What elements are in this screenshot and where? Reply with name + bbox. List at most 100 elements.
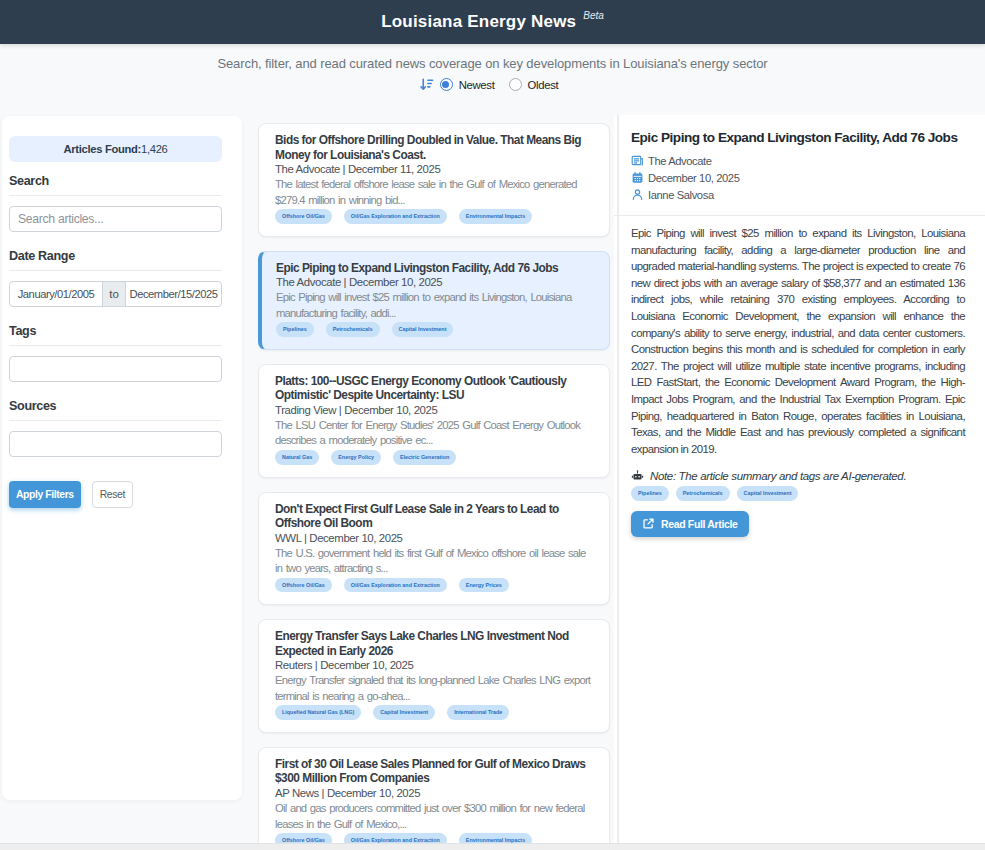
person-icon bbox=[631, 188, 644, 201]
sort-bar: Newest Oldest bbox=[0, 77, 985, 92]
article-card-source-date: Reuters | December 10, 2025 bbox=[275, 658, 593, 673]
date-range-section: Date Range to bbox=[9, 249, 222, 307]
calendar-icon bbox=[631, 171, 644, 184]
tag-pill: Capital Investment bbox=[373, 705, 435, 720]
detail-meta: The Advocate D bbox=[631, 152, 965, 203]
tag-pill: Capital Investment bbox=[737, 486, 799, 501]
detail-note: Note: The article summary and tags are A… bbox=[631, 469, 965, 482]
read-full-article-button[interactable]: Read Full Article bbox=[631, 511, 749, 537]
tag-pill: International Trade bbox=[447, 705, 509, 720]
sort-oldest-label[interactable]: Oldest bbox=[528, 79, 559, 91]
tag-pill: Natural Gas bbox=[275, 450, 319, 465]
sort-newest-label[interactable]: Newest bbox=[459, 79, 495, 91]
articles-found-badge: Articles Found:1,426 bbox=[9, 136, 222, 162]
article-card[interactable]: Bids for Offshore Drilling Doubled in Va… bbox=[258, 123, 610, 237]
page-subtitle: Search, filter, and read curated news co… bbox=[0, 56, 985, 71]
tag-pill: Oil/Gas Exploration and Extraction bbox=[344, 578, 447, 593]
article-card-title: Bids for Offshore Drilling Doubled in Va… bbox=[275, 133, 593, 162]
date-range-group: to bbox=[9, 281, 222, 307]
article-card-summary: Epic Piping will invest $25 million to e… bbox=[276, 290, 593, 321]
list-scrollbar[interactable] bbox=[617, 115, 619, 843]
tags-input[interactable] bbox=[9, 356, 222, 382]
tag-pill: Offshore Oil/Gas bbox=[275, 578, 332, 593]
detail-body: Epic Piping will invest $25 million to e… bbox=[631, 225, 965, 457]
sort-icon bbox=[419, 77, 434, 92]
article-card-summary: The latest federal offshore lease sale i… bbox=[275, 177, 593, 208]
article-card-title: First of 30 Oil Lease Sales Planned for … bbox=[275, 757, 593, 786]
search-section: Search bbox=[9, 174, 222, 232]
article-card-tags: Offshore Oil/GasOil/Gas Exploration and … bbox=[275, 209, 593, 224]
read-full-article-label: Read Full Article bbox=[661, 518, 738, 530]
article-card-source-date: The Advocate | December 10, 2025 bbox=[276, 275, 593, 290]
detail-author: Ianne Salvosa bbox=[648, 189, 714, 201]
date-range-heading: Date Range bbox=[9, 249, 222, 263]
horizontal-scrollbar[interactable] bbox=[0, 843, 985, 850]
article-card-source-date: AP News | December 10, 2025 bbox=[275, 786, 593, 801]
article-card-tags: Pipelines Petrochemicals Capital Investmen… bbox=[276, 322, 593, 337]
reset-button[interactable]: Reset bbox=[92, 481, 133, 508]
date-separator: to bbox=[102, 281, 126, 307]
tag-pill: Petrochemicals bbox=[676, 486, 730, 501]
main-content: Articles Found:1,426 Search Date Range t… bbox=[0, 115, 985, 843]
tag-pill: Petrochemicals bbox=[326, 322, 380, 337]
tag-pill: Pipelines bbox=[276, 322, 314, 337]
tag-pill: Capital Investment bbox=[392, 322, 454, 337]
date-from-input[interactable] bbox=[9, 281, 103, 307]
sources-input[interactable] bbox=[9, 431, 222, 457]
article-card-source-date: WWL | December 10, 2025 bbox=[275, 531, 593, 546]
detail-divider bbox=[614, 215, 985, 216]
sort-oldest-radio[interactable] bbox=[509, 78, 522, 91]
article-card-title: Epic Piping to Expand Livingston Facilit… bbox=[276, 261, 593, 276]
apply-filters-button[interactable]: Apply Filters bbox=[9, 481, 81, 508]
article-card[interactable]: Don't Expect First Gulf Lease Sale in 2 … bbox=[258, 492, 610, 606]
article-detail-panel: Epic Piping to Expand Livingston Facilit… bbox=[614, 115, 985, 843]
sources-divider bbox=[9, 420, 222, 421]
detail-date: December 10, 2025 bbox=[648, 172, 739, 184]
app-header: Louisiana Energy News Beta bbox=[0, 0, 985, 44]
article-card-summary: The LSU Center for Energy Studies' 2025 … bbox=[275, 418, 593, 449]
detail-source: The Advocate bbox=[648, 155, 712, 167]
article-card[interactable]: First of 30 Oil Lease Sales Planned for … bbox=[258, 747, 610, 850]
article-card-title: Platts: 100--USGC Energy Economy Outlook… bbox=[275, 374, 593, 403]
article-card-tags: Offshore Oil/Gas Oil/Gas Exploration and … bbox=[275, 578, 593, 593]
article-card[interactable]: Energy Transfer Says Lake Charles LNG In… bbox=[258, 619, 610, 733]
detail-tags: Pipelines Petrochemicals Capital Investmen… bbox=[631, 486, 965, 501]
detail-source-row: The Advocate bbox=[631, 152, 965, 169]
date-to-input[interactable] bbox=[125, 281, 222, 307]
tags-divider bbox=[9, 345, 222, 346]
beta-badge: Beta bbox=[583, 10, 604, 21]
tag-pill: Energy Policy bbox=[331, 450, 381, 465]
article-card-source-date: Trading View | December 10, 2025 bbox=[275, 403, 593, 418]
article-card-summary: Energy Transfer signaled that its long-p… bbox=[275, 673, 593, 704]
article-card-summary: Oil and gas producers committed just ove… bbox=[275, 801, 593, 832]
detail-date-row: December 10, 2025 bbox=[631, 169, 965, 186]
tag-pill: Liquefied Natural Gas (LNG) bbox=[275, 705, 361, 720]
tag-pill: Energy Prices bbox=[459, 578, 509, 593]
tags-section: Tags bbox=[9, 324, 222, 382]
sort-newest-radio[interactable] bbox=[440, 78, 453, 91]
tag-pill: Pipelines bbox=[631, 486, 669, 501]
search-input[interactable] bbox=[9, 206, 222, 232]
sources-heading: Sources bbox=[9, 399, 222, 413]
filter-sidebar: Articles Found:1,426 Search Date Range t… bbox=[2, 116, 242, 800]
external-link-icon bbox=[642, 517, 655, 530]
tag-pill: Oil/Gas Exploration and Extraction bbox=[344, 209, 447, 224]
newspaper-icon bbox=[631, 154, 644, 167]
date-range-divider bbox=[9, 270, 222, 271]
tag-pill: Environmental Impacts bbox=[459, 209, 532, 224]
tags-heading: Tags bbox=[9, 324, 222, 338]
robot-icon bbox=[631, 469, 644, 482]
article-card-tags: Natural GasEnergy PolicyElectric Generat… bbox=[275, 450, 593, 465]
article-card-selected[interactable]: Epic Piping to Expand Livingston Facilit… bbox=[258, 251, 610, 350]
article-card-tags: Liquefied Natural Gas (LNG) Capital Inves… bbox=[275, 705, 593, 720]
sources-section: Sources bbox=[9, 399, 222, 457]
search-heading: Search bbox=[9, 174, 222, 188]
article-list: Bids for Offshore Drilling Doubled in Va… bbox=[258, 123, 610, 850]
article-card[interactable]: Platts: 100--USGC Energy Economy Outlook… bbox=[258, 364, 610, 478]
detail-title: Epic Piping to Expand Livingston Facilit… bbox=[631, 130, 965, 145]
article-card-summary: The U.S. government held its first Gulf … bbox=[275, 546, 593, 577]
detail-author-row: Ianne Salvosa bbox=[631, 186, 965, 203]
search-divider bbox=[9, 195, 222, 196]
app-title: Louisiana Energy News bbox=[381, 12, 576, 32]
articles-found-label: Articles Found: bbox=[63, 143, 141, 155]
